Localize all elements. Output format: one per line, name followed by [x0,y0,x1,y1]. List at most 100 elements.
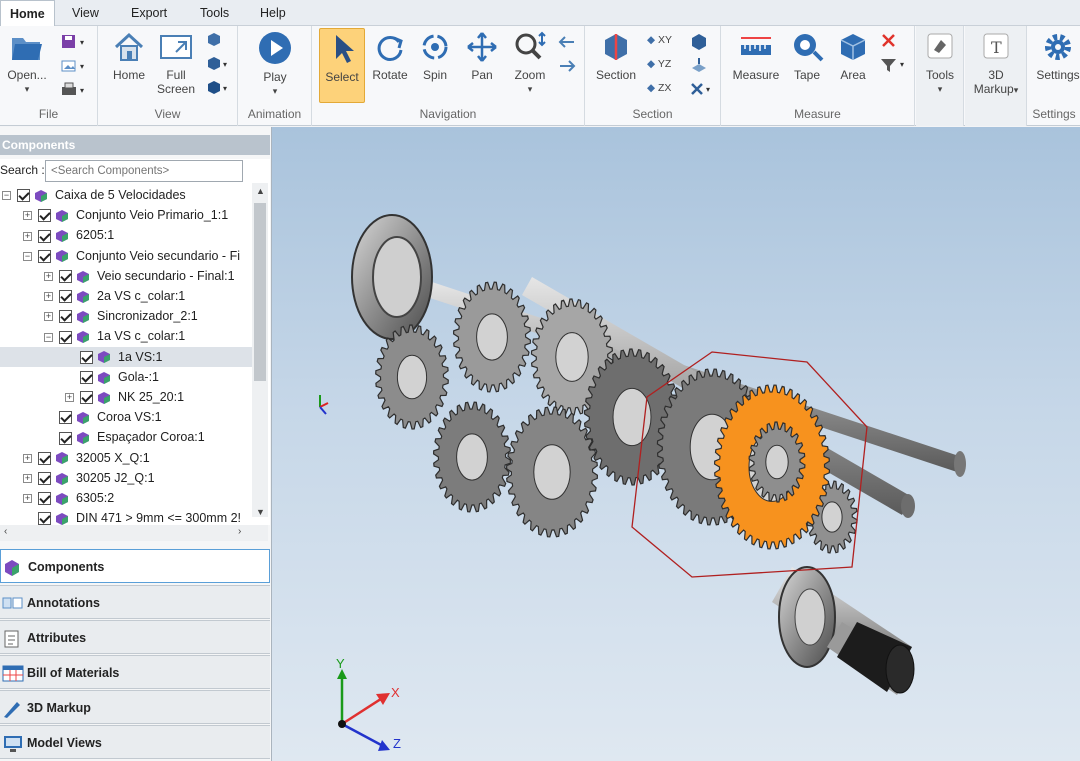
visibility-checkbox[interactable] [38,512,51,525]
play-button[interactable]: Play ▾ [252,30,298,98]
components-tab[interactable]: Components [0,549,270,583]
menu-tools[interactable]: Tools [191,0,238,26]
visibility-checkbox[interactable] [38,472,51,485]
visibility-checkbox[interactable] [59,270,72,283]
tree-node[interactable]: − Caixa de 5 Velocidades [0,185,252,205]
menu-home[interactable]: Home [0,0,55,27]
filter-icon[interactable]: ▾ [879,56,909,74]
gear-hub[interactable] [456,433,488,481]
gear-hub[interactable] [821,501,843,533]
forward-arrow-icon[interactable] [556,58,578,74]
tree-node[interactable]: + Conjunto Veio Primario_1:1 [0,205,252,225]
tree-node[interactable]: Espaçador Coroa:1 [0,427,252,447]
expand-toggle-icon[interactable]: − [23,251,32,261]
visibility-checkbox[interactable] [80,371,93,384]
highlighted-gear-1a-vs[interactable] [713,384,831,550]
view-cube-icon[interactable]: ▾ [204,56,230,74]
expand-toggle-icon[interactable]: − [2,191,11,201]
expand-toggle-icon[interactable]: + [23,211,32,221]
area-button[interactable]: Area [833,30,873,82]
model-views-tab[interactable]: Model Views [0,725,270,759]
visibility-checkbox[interactable] [59,330,72,344]
visibility-checkbox[interactable] [17,189,30,203]
tree-node[interactable]: Coroa VS:1 [0,407,252,427]
tools-button[interactable]: Tools ▾ [919,30,961,96]
tree-node[interactable]: − 1a VS c_colar:1 [0,326,252,346]
tree-node[interactable]: + NK 25_20:1 [0,387,252,407]
iso-view-icon[interactable] [204,32,230,50]
gear-hub[interactable] [533,444,571,500]
left-bearing-inner[interactable] [372,236,422,318]
tree-node[interactable]: Gola-:1 [0,367,252,387]
rotate-button[interactable]: Rotate [368,30,412,82]
scroll-left-icon[interactable]: ‹ [4,526,7,537]
tree-node[interactable]: + Sincronizador_2:1 [0,306,252,326]
menu-export[interactable]: Export [122,0,176,26]
expand-toggle-icon[interactable]: + [44,292,53,302]
splined-shaft-face[interactable] [885,644,915,694]
visibility-checkbox[interactable] [59,411,72,425]
spin-button[interactable]: Spin [415,30,455,82]
visibility-checkbox[interactable] [38,249,51,263]
section-tools-icon[interactable]: ▾ [689,80,715,98]
output-bearing-inner[interactable] [794,588,826,646]
gear-hub[interactable] [476,313,508,361]
bill-of-materials-tab[interactable]: Bill of Materials [0,655,270,689]
gearbox-model[interactable]: Y X Z [272,127,1080,761]
tree-node[interactable]: − Conjunto Veio secundario - Fi [0,246,252,266]
3d-viewport[interactable]: Y X Z [272,127,1080,761]
tree-node[interactable]: 1a VS:1 [0,346,252,367]
full-screen-button[interactable]: Full Screen [154,30,198,96]
menu-help[interactable]: Help [251,0,295,26]
annotations-tab[interactable]: Annotations [0,585,270,619]
pinion-gear-hub[interactable] [765,444,789,480]
3d-markup-tab[interactable]: 3D Markup [0,690,270,724]
section-button[interactable]: Section [591,30,641,82]
expand-toggle-icon[interactable]: − [44,332,53,342]
visibility-checkbox[interactable] [38,451,51,465]
select-button[interactable]: Select [319,28,365,103]
menu-view[interactable]: View [63,0,108,26]
visibility-checkbox[interactable] [59,431,72,445]
section-zx-button[interactable]: ◆ ZX [647,82,671,94]
visibility-checkbox[interactable] [80,350,93,364]
section-plane-icon[interactable] [689,32,709,50]
tree-node[interactable]: +6205:1 [0,225,252,245]
tree-node[interactable]: +2a VS c_colar:1 [0,286,252,306]
save-icon[interactable]: ▾ [60,34,90,50]
search-input[interactable] [45,160,243,182]
attributes-tab[interactable]: Attributes [0,620,270,654]
visibility-checkbox[interactable] [80,391,93,405]
expand-toggle-icon[interactable]: + [23,453,32,463]
visibility-checkbox[interactable] [59,290,72,304]
visibility-checkbox[interactable] [38,209,51,223]
open-button[interactable]: Open... ▾ [4,30,50,96]
upper-shaft-end[interactable] [954,451,966,477]
back-arrow-icon[interactable] [556,34,578,50]
visibility-checkbox[interactable] [38,492,51,506]
expand-toggle-icon[interactable]: + [23,231,32,241]
expand-toggle-icon[interactable]: + [23,494,32,504]
middle-shaft-end[interactable] [901,494,915,518]
section-yz-button[interactable]: ◆ YZ [647,58,671,70]
tree-node[interactable]: +30205 J2_Q:1 [0,468,252,488]
expand-toggle-icon[interactable]: + [44,312,53,322]
section-cap-icon[interactable] [689,56,709,74]
home-button[interactable]: Home [108,30,150,82]
tree-node[interactable]: +6305:2 [0,488,252,508]
expand-toggle-icon[interactable]: + [44,272,53,281]
expand-toggle-icon[interactable]: + [23,474,32,483]
tree-scroll-thumb[interactable] [254,203,266,381]
scroll-right-icon[interactable]: › [238,526,241,537]
pan-button[interactable]: Pan [462,30,502,82]
3d-markup-button[interactable]: T 3D Markup▾ [967,30,1025,97]
tree-node[interactable]: +32005 X_Q:1 [0,448,252,468]
tree-node[interactable]: DIN 471 > 9mm <= 300mm 2! [0,508,252,525]
scroll-down-icon[interactable]: ▼ [256,507,265,517]
section-xy-button[interactable]: ◆ XY [647,34,672,46]
visibility-checkbox[interactable] [38,229,51,243]
gear-hub[interactable] [396,354,428,400]
tree-node[interactable]: + Veio secundario - Final:1 [0,266,252,286]
gear-hub[interactable] [555,332,589,382]
print-icon[interactable]: ▾ [60,82,90,98]
